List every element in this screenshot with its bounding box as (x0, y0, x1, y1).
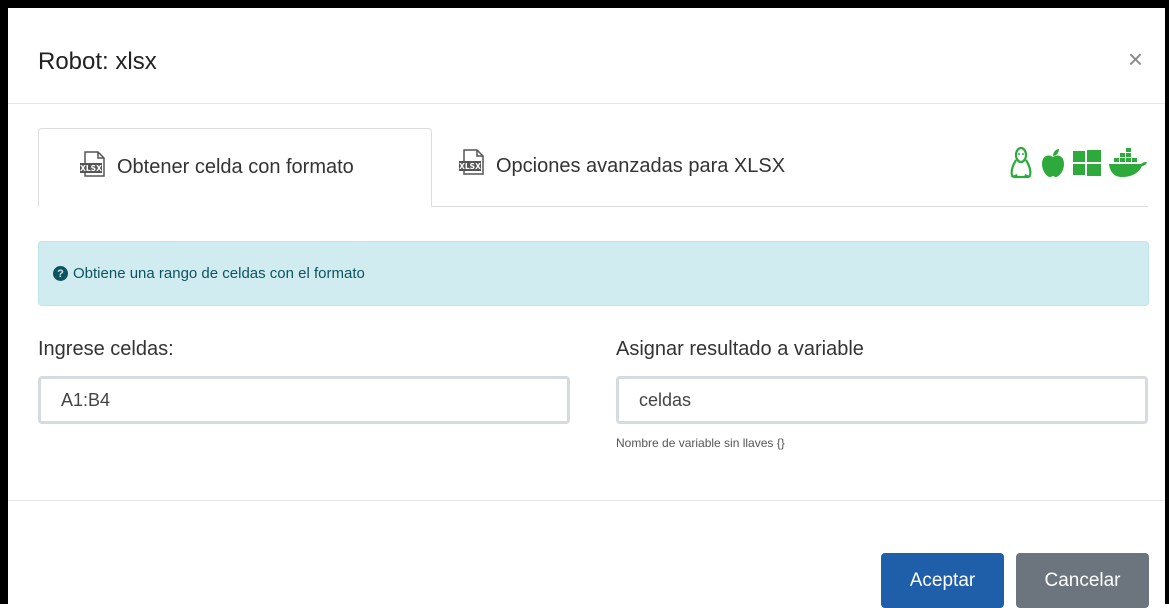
cells-input[interactable] (38, 376, 570, 424)
tab-bar: XLSX Obtener celda con formato XLSX Opci… (38, 128, 1148, 207)
dialog-header: Robot: xlsx × (8, 8, 1165, 104)
alert-text: Obtiene una rango de celdas con el forma… (73, 265, 365, 282)
os-compatibility-icons (1008, 146, 1148, 185)
cancel-button[interactable]: Cancelar (1016, 553, 1149, 608)
variable-label: Asignar resultado a variable (616, 338, 864, 360)
xlsx-file-icon: XLSX (77, 148, 111, 188)
window-frame-right (1165, 0, 1169, 604)
info-alert: ? Obtiene una rango de celdas con el for… (38, 241, 1149, 306)
window-frame-top (0, 0, 1169, 8)
xlsx-file-icon: XLSX (456, 146, 490, 186)
cells-label: Ingrese celdas: (38, 338, 174, 360)
tab-opciones-avanzadas[interactable]: XLSX Opciones avanzadas para XLSX (456, 128, 785, 204)
robot-dialog: Robot: xlsx × XLSX Obtener celda con for… (8, 8, 1165, 608)
tab-label: Opciones avanzadas para XLSX (496, 154, 786, 177)
accept-button[interactable]: Aceptar (881, 553, 1004, 608)
dialog-title: Robot: xlsx (38, 48, 157, 75)
question-circle-icon: ? (53, 266, 68, 281)
tab-label: Obtener celda con formato (117, 156, 354, 178)
variable-input[interactable] (616, 376, 1148, 424)
svg-text:XLSX: XLSX (80, 164, 102, 173)
close-icon[interactable]: × (1128, 46, 1143, 72)
window-frame-left (0, 0, 8, 604)
tab-obtener-celda[interactable]: XLSX Obtener celda con formato (38, 128, 432, 207)
svg-text:XLSX: XLSX (459, 162, 481, 171)
windows-icon (1072, 149, 1102, 182)
footer-divider (8, 500, 1165, 501)
apple-icon (1040, 148, 1066, 183)
linux-icon (1008, 146, 1034, 185)
variable-help-text: Nombre de variable sin llaves {} (616, 436, 785, 450)
docker-icon (1108, 148, 1148, 183)
